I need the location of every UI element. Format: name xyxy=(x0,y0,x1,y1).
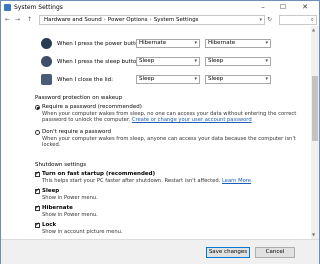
sleep-label[interactable]: Sleep xyxy=(42,188,59,194)
crumb-power-options[interactable]: Power Options xyxy=(108,17,148,23)
lid-plugged-select[interactable]: Sleep ▾ xyxy=(205,75,271,84)
hibernate-checkbox[interactable] xyxy=(35,204,40,211)
password-section-title: Password protection on wakeup xyxy=(35,95,123,101)
scroll-thumb[interactable] xyxy=(312,76,318,141)
crumb-hardware-sound[interactable]: Hardware and Sound xyxy=(44,17,102,23)
lock-desc: Show in account picture menu. xyxy=(42,229,123,235)
learn-more-link[interactable]: Learn More xyxy=(222,178,251,184)
scroll-up-icon[interactable]: ▲ xyxy=(312,27,315,32)
address-field[interactable]: Hardware and Sound › Power Options › System … xyxy=(39,15,265,25)
chevron-down-icon[interactable]: ▾ xyxy=(259,17,262,23)
lid-label: When I close the lid: xyxy=(57,77,114,83)
laptop-lid-icon xyxy=(41,74,52,85)
fast-startup-checkbox[interactable] xyxy=(35,170,40,177)
sleep-button-battery-select[interactable]: Sleep ▾ xyxy=(136,57,200,66)
cancel-button[interactable]: Cancel xyxy=(255,247,295,258)
sleep-checkbox[interactable] xyxy=(35,187,40,194)
footer-bar: Save changes Cancel xyxy=(1,239,319,264)
minimize-button[interactable]: – xyxy=(255,2,271,13)
no-password-radio[interactable] xyxy=(35,130,40,135)
address-bar: ← → ↑ Hardware and Sound › Power Options › S… xyxy=(1,14,319,26)
hibernate-desc: Show in Power menu. xyxy=(42,212,98,218)
sleep-icon xyxy=(41,56,52,67)
close-button[interactable]: ✕ xyxy=(297,2,313,13)
window-title: System Settings xyxy=(14,4,63,11)
up-button[interactable]: ↑ xyxy=(27,16,32,23)
create-password-link[interactable]: Create or change your user account passw… xyxy=(132,117,252,123)
power-button-label: When I press the power button: xyxy=(57,41,144,47)
no-password-label[interactable]: Don't require a password xyxy=(42,129,111,135)
search-input[interactable]: ⌕ xyxy=(279,15,317,25)
lid-battery-select[interactable]: Sleep ▾ xyxy=(136,75,200,84)
forward-button[interactable]: → xyxy=(15,16,20,23)
refresh-button[interactable]: ↻ xyxy=(267,16,272,23)
maximize-button[interactable]: ☐ xyxy=(275,2,291,13)
power-button-plugged-select[interactable]: Hibernate ▾ xyxy=(205,39,271,48)
system-settings-window: System Settings – ☐ ✕ ← → ↑ Hardware and… xyxy=(0,0,320,264)
back-button[interactable]: ← xyxy=(5,16,10,23)
sleep-button-label: When I press the sleep button: xyxy=(57,59,142,65)
settings-content: When I press the power button: Hibernate… xyxy=(1,26,311,239)
shutdown-section-title: Shutdown settings xyxy=(35,162,87,168)
lock-checkbox[interactable] xyxy=(35,221,40,228)
require-password-label[interactable]: Require a password (recommended) xyxy=(42,104,142,110)
fast-startup-label[interactable]: Turn on fast startup (recommended) xyxy=(42,171,155,177)
search-icon: ⌕ xyxy=(310,16,314,23)
sleep-button-plugged-select[interactable]: Sleep ▾ xyxy=(205,57,271,66)
power-button-battery-select[interactable]: Hibernate ▾ xyxy=(136,39,200,48)
scroll-down-icon[interactable]: ▼ xyxy=(312,232,315,237)
fast-startup-desc: This helps start your PC faster after sh… xyxy=(42,178,251,184)
lock-label[interactable]: Lock xyxy=(42,222,56,228)
save-changes-button[interactable]: Save changes xyxy=(206,247,250,258)
vertical-scrollbar[interactable]: ▲ ▼ xyxy=(311,26,319,239)
hibernate-label[interactable]: Hibernate xyxy=(42,205,73,211)
require-password-desc: When your computer wakes from sleep, no … xyxy=(42,111,297,123)
power-icon xyxy=(41,38,52,49)
require-password-radio[interactable] xyxy=(35,105,40,110)
control-panel-icon xyxy=(4,4,11,11)
sleep-desc: Show in Power menu. xyxy=(42,195,98,201)
title-bar: System Settings – ☐ ✕ xyxy=(1,1,319,14)
breadcrumb: Hardware and Sound › Power Options › System … xyxy=(44,17,199,23)
no-password-desc: When your computer wakes from sleep, any… xyxy=(42,136,296,148)
crumb-system-settings[interactable]: System Settings xyxy=(154,17,199,23)
